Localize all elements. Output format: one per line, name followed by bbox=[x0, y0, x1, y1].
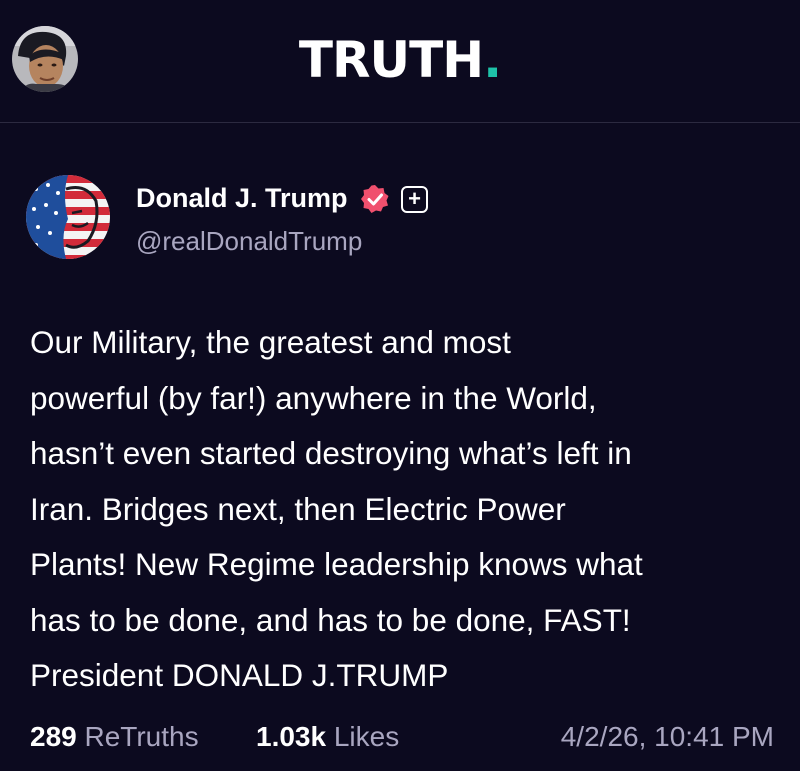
truth-plus-badge: + bbox=[401, 186, 428, 213]
author-handle[interactable]: @realDonaldTrump bbox=[136, 224, 362, 258]
post-body-line: Our Military, the greatest and most bbox=[30, 324, 511, 360]
likes-count: 1.03k bbox=[256, 721, 327, 752]
retruths-label: ReTruths bbox=[84, 721, 199, 752]
post-timestamp[interactable]: 4/2/26, 10:41 PM bbox=[561, 717, 774, 757]
app-header: TRUTH. bbox=[0, 0, 800, 123]
retruths-count: 289 bbox=[30, 721, 77, 752]
post-body-line: Iran. Bridges next, then Electric Power bbox=[30, 490, 566, 527]
logo-text: TRUTH bbox=[298, 31, 484, 89]
author-avatar-icon bbox=[26, 175, 110, 259]
post-body-line: President DONALD J.TRUMP bbox=[30, 657, 449, 693]
post-stats: 289 ReTruths 1.03k Likes 4/2/26, 10:41 P… bbox=[30, 717, 774, 757]
post-body-line: hasn’t even started destroying what’s le… bbox=[30, 435, 632, 471]
likes-label: Likes bbox=[333, 721, 400, 752]
post-body-line: Plants! New Regime leadership knows what bbox=[30, 546, 643, 582]
post-body-line: powerful (by far!) anywhere in the World… bbox=[30, 379, 597, 416]
logo-dot: . bbox=[483, 31, 502, 89]
post-body-line: has to be done, and has to be done, FAST… bbox=[30, 601, 631, 638]
likes-stat[interactable]: 1.03k Likes bbox=[256, 717, 399, 757]
verified-badge-icon bbox=[361, 185, 389, 213]
retruths-stat[interactable]: 289 ReTruths bbox=[30, 717, 199, 757]
author-avatar[interactable] bbox=[26, 175, 110, 259]
author-name[interactable]: Donald J. Trump bbox=[136, 181, 348, 215]
post-body: Our Military, the greatest and most powe… bbox=[30, 315, 780, 704]
truth-social-logo[interactable]: TRUTH. bbox=[0, 30, 800, 90]
